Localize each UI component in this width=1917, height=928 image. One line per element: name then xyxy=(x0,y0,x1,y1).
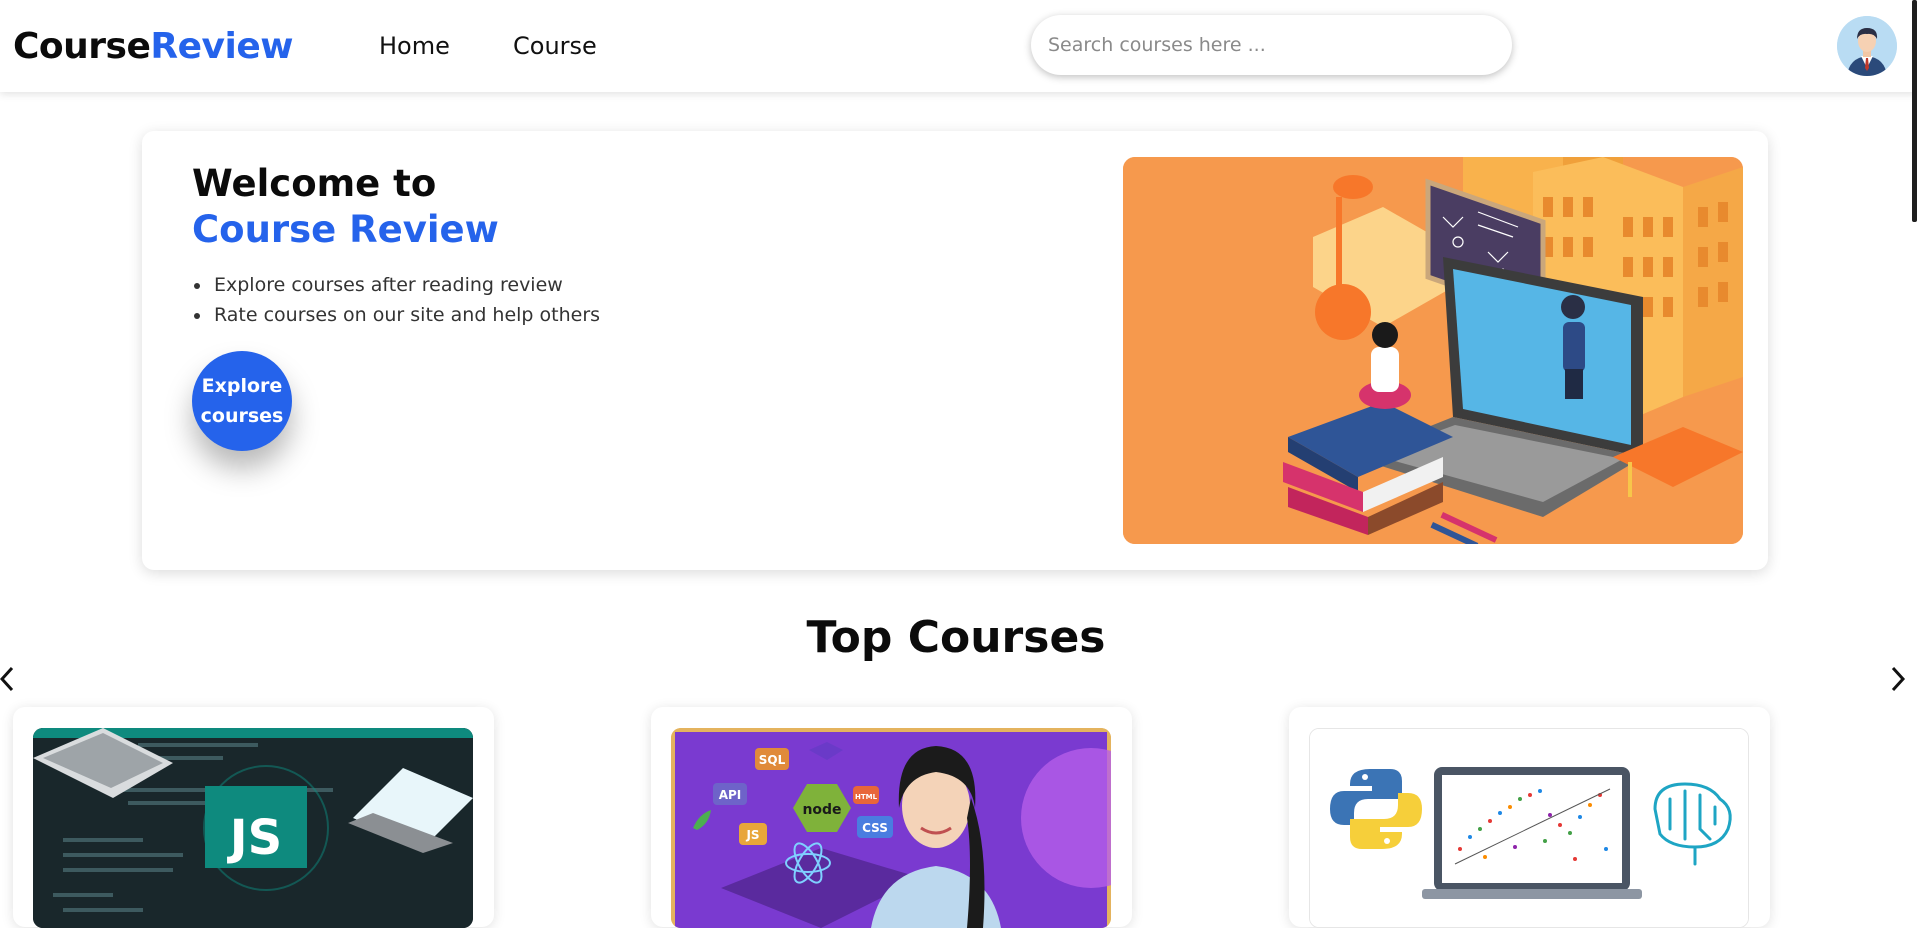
nav-home-link[interactable]: Home xyxy=(379,32,450,60)
hero-illustration xyxy=(1123,157,1743,544)
chevron-right-icon xyxy=(1891,666,1906,692)
navbar: CourseReview Home Course xyxy=(0,0,1917,92)
python-data-science-course-image xyxy=(1310,729,1748,927)
course-thumbnail: JS xyxy=(33,728,473,928)
hero-bullet: Explore courses after reading review xyxy=(212,270,600,300)
course-card[interactable]: JS xyxy=(13,707,494,928)
hero-title-line1: Welcome to xyxy=(192,162,437,205)
course-thumbnail xyxy=(1309,728,1749,928)
badge-css: CSS xyxy=(862,821,888,835)
page-scrollbar[interactable] xyxy=(1912,0,1917,222)
badge-api: API xyxy=(719,788,742,802)
explore-button-line1: Explore xyxy=(201,375,283,397)
brand-part1: Course xyxy=(13,26,151,67)
user-avatar-icon xyxy=(1837,16,1897,76)
hero-bullet-list: Explore courses after reading review Rat… xyxy=(212,270,600,330)
badge-js: JS xyxy=(745,828,759,842)
top-courses-title: Top Courses xyxy=(806,612,1106,663)
online-learning-illustration xyxy=(1123,157,1743,544)
javascript-course-image: JS xyxy=(33,728,473,928)
nav-course-link[interactable]: Course xyxy=(513,32,597,60)
brand-logo[interactable]: CourseReview xyxy=(13,26,294,67)
course-card[interactable] xyxy=(1289,707,1770,928)
web-development-course-image: API SQL JS node CSS HTML xyxy=(671,728,1111,928)
hero-card: Welcome to Course Review Explore courses… xyxy=(142,131,1768,570)
badge-html: HTML xyxy=(855,793,878,801)
explore-courses-button[interactable]: Explore courses xyxy=(192,351,292,451)
carousel-next-arrow[interactable] xyxy=(1887,664,1911,694)
hero-title-line2: Course Review xyxy=(192,208,499,251)
brand-part2: Review xyxy=(150,26,294,67)
js-logo-text: JS xyxy=(227,810,282,866)
course-card[interactable]: API SQL JS node CSS HTML xyxy=(651,707,1132,928)
search-input[interactable] xyxy=(1031,15,1512,75)
carousel-prev-arrow[interactable] xyxy=(0,664,22,694)
badge-sql: SQL xyxy=(759,753,786,767)
chevron-left-icon xyxy=(0,666,14,692)
course-thumbnail: API SQL JS node CSS HTML xyxy=(671,728,1111,928)
hero-title: Welcome to Course Review xyxy=(192,161,499,253)
badge-node: node xyxy=(802,802,841,818)
hero-bullet: Rate courses on our site and help others xyxy=(212,300,600,330)
explore-button-line2: courses xyxy=(200,405,284,427)
user-avatar[interactable] xyxy=(1837,16,1897,76)
